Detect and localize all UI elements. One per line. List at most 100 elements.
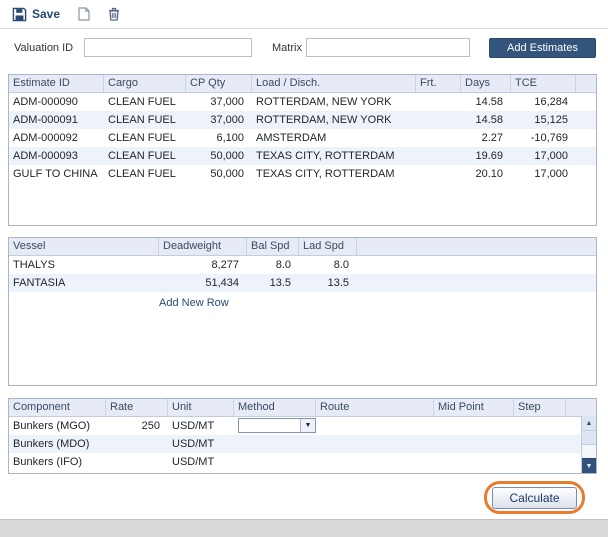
cell-step [514, 435, 566, 453]
cell-lad-spd: 8.0 [299, 256, 357, 274]
scrollbar-track[interactable] [582, 445, 596, 458]
table-row[interactable]: THALYS 8,277 8.0 8.0 [9, 256, 596, 274]
cell-rate [106, 435, 168, 453]
cell-days: 19.69 [461, 147, 511, 165]
cell-load-disch: TEXAS CITY, ROTTERDAM [252, 165, 416, 183]
cell-unit: USD/MT [168, 453, 234, 471]
cell-estimate-id: ADM-000091 [9, 111, 104, 129]
table-row[interactable]: ADM-000092 CLEAN FUEL 6,100 AMSTERDAM 2.… [9, 129, 596, 147]
column-header-step[interactable]: Step [514, 399, 566, 416]
cell-route [316, 453, 434, 471]
cell-estimate-id: ADM-000093 [9, 147, 104, 165]
valuation-id-input[interactable] [84, 38, 252, 57]
cell-load-disch: ROTTERDAM, NEW YORK [252, 111, 416, 129]
estimates-table-header: Estimate ID Cargo CP Qty Load / Disch. F… [9, 75, 596, 93]
cell-unit: USD/MT [168, 435, 234, 453]
cell-estimate-id: GULF TO CHINA [9, 165, 104, 183]
components-table-header: Component Rate Unit Method Route Mid Poi… [9, 399, 596, 417]
column-header-route[interactable]: Route [316, 399, 434, 416]
save-button[interactable]: Save [12, 7, 60, 22]
new-document-button[interactable] [78, 7, 90, 21]
column-header-mid-point[interactable]: Mid Point [434, 399, 514, 416]
column-header-deadweight[interactable]: Deadweight [159, 238, 247, 255]
add-estimates-button[interactable]: Add Estimates [489, 38, 596, 58]
cell-vessel: THALYS [9, 256, 159, 274]
table-row[interactable]: GULF TO CHINA CLEAN FUEL 50,000 TEXAS CI… [9, 165, 596, 183]
column-header-method[interactable]: Method [234, 399, 316, 416]
cell-tce: 15,125 [511, 111, 576, 129]
cell-rate: 250 [106, 417, 168, 435]
scroll-up-button[interactable]: ▲ [582, 416, 596, 431]
cell-frt [416, 93, 461, 111]
column-header-load-disch[interactable]: Load / Disch. [252, 75, 416, 92]
column-header-bal-spd[interactable]: Bal Spd [247, 238, 299, 255]
column-header-filler [576, 75, 596, 92]
matrix-label: Matrix [272, 42, 302, 54]
delete-button[interactable] [108, 7, 120, 21]
table-row[interactable]: Bunkers (MGO) 250 USD/MT ▼ [9, 417, 596, 435]
trash-icon [108, 7, 120, 21]
cell-component: Bunkers (IFO) [9, 453, 106, 471]
matrix-input[interactable] [306, 38, 470, 57]
column-header-cargo[interactable]: Cargo [104, 75, 186, 92]
cell-cp-qty: 50,000 [186, 165, 252, 183]
components-table: Component Rate Unit Method Route Mid Poi… [8, 398, 597, 474]
column-header-frt[interactable]: Frt. [416, 75, 461, 92]
calculate-button[interactable]: Calculate [492, 487, 577, 509]
cell-route [316, 417, 434, 435]
table-row[interactable]: ADM-000090 CLEAN FUEL 37,000 ROTTERDAM, … [9, 93, 596, 111]
cell-bal-spd: 8.0 [247, 256, 299, 274]
cell-cargo: CLEAN FUEL [104, 165, 186, 183]
table-row[interactable]: ADM-000093 CLEAN FUEL 50,000 TEXAS CITY,… [9, 147, 596, 165]
cell-days: 14.58 [461, 111, 511, 129]
column-header-estimate-id[interactable]: Estimate ID [9, 75, 104, 92]
cell-cp-qty: 37,000 [186, 111, 252, 129]
column-header-component[interactable]: Component [9, 399, 106, 416]
cell-cargo: CLEAN FUEL [104, 129, 186, 147]
cell-deadweight: 51,434 [159, 274, 247, 292]
cell-cargo: CLEAN FUEL [104, 111, 186, 129]
cell-rate [106, 453, 168, 471]
column-header-filler [566, 399, 596, 416]
cell-method [234, 435, 316, 453]
cell-mid-point [434, 453, 514, 471]
column-header-tce[interactable]: TCE [511, 75, 576, 92]
cell-vessel: FANTASIA [9, 274, 159, 292]
method-dropdown-value [239, 419, 300, 432]
cell-route [316, 435, 434, 453]
cell-lad-spd: 13.5 [299, 274, 357, 292]
scroll-down-button[interactable]: ▼ [582, 458, 596, 473]
column-header-days[interactable]: Days [461, 75, 511, 92]
add-new-row-link[interactable]: Add New Row [159, 297, 229, 309]
document-icon [78, 7, 90, 21]
table-row[interactable]: ADM-000091 CLEAN FUEL 37,000 ROTTERDAM, … [9, 111, 596, 129]
column-header-unit[interactable]: Unit [168, 399, 234, 416]
vessels-table: Vessel Deadweight Bal Spd Lad Spd THALYS… [8, 237, 597, 386]
cell-tce: 17,000 [511, 147, 576, 165]
cell-mid-point [434, 435, 514, 453]
method-dropdown[interactable]: ▼ [238, 418, 316, 433]
estimate-matrix-window: Save Valuation ID Matrix [0, 0, 608, 537]
table-row[interactable]: FANTASIA 51,434 13.5 13.5 [9, 274, 596, 292]
cell-step [514, 453, 566, 471]
column-header-lad-spd[interactable]: Lad Spd [299, 238, 357, 255]
column-header-vessel[interactable]: Vessel [9, 238, 159, 255]
header-form: Valuation ID Matrix Add Estimates [0, 38, 608, 58]
table-row[interactable]: Bunkers (MDO) USD/MT [9, 435, 596, 453]
components-scrollbar[interactable]: ▲ ▼ [581, 416, 596, 473]
chevron-down-icon[interactable]: ▼ [300, 419, 315, 432]
table-row[interactable]: Bunkers (IFO) USD/MT [9, 453, 596, 471]
column-header-rate[interactable]: Rate [106, 399, 168, 416]
cell-frt [416, 165, 461, 183]
cell-cargo: CLEAN FUEL [104, 93, 186, 111]
cell-load-disch: TEXAS CITY, ROTTERDAM [252, 147, 416, 165]
cell-cp-qty: 37,000 [186, 93, 252, 111]
cell-cp-qty: 6,100 [186, 129, 252, 147]
scrollbar-thumb[interactable] [582, 431, 596, 445]
cell-method: ▼ [234, 417, 316, 435]
column-header-cp-qty[interactable]: CP Qty [186, 75, 252, 92]
cell-days: 14.58 [461, 93, 511, 111]
vessels-table-header: Vessel Deadweight Bal Spd Lad Spd [9, 238, 596, 256]
cell-tce: 16,284 [511, 93, 576, 111]
cell-component: Bunkers (MGO) [9, 417, 106, 435]
